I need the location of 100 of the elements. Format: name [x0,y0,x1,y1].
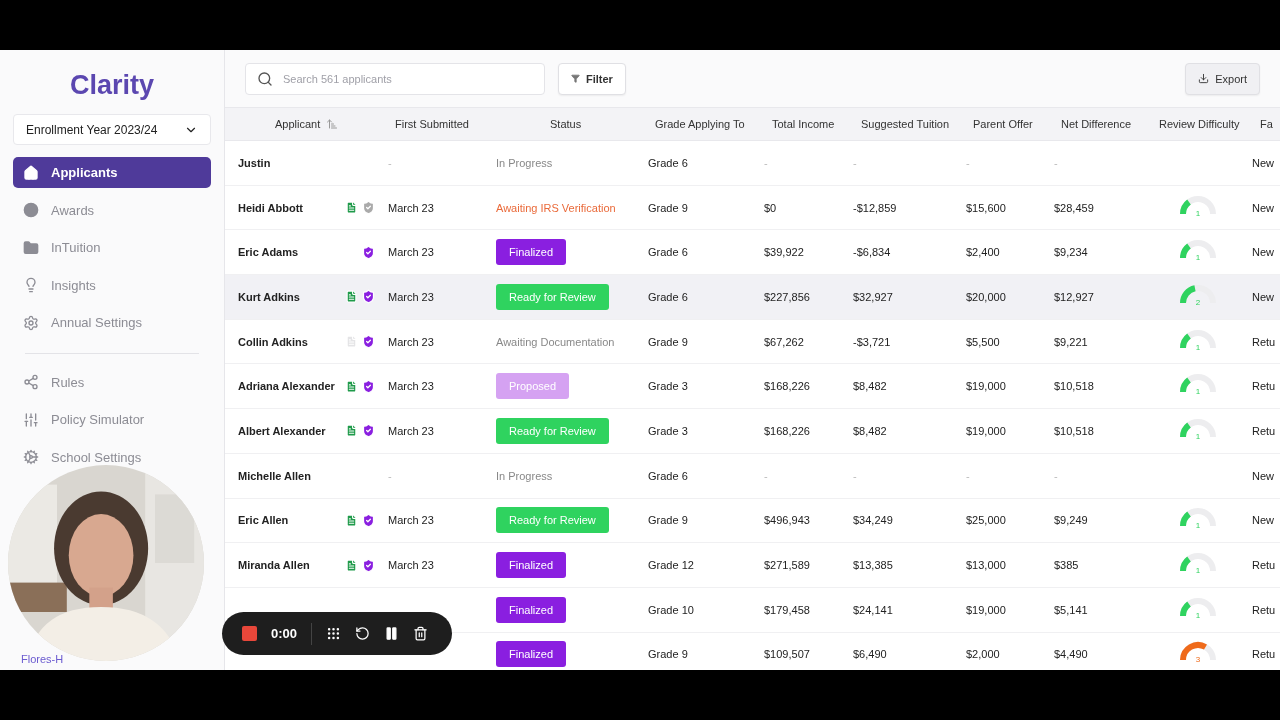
table-cell-text: $8,482 [853,424,888,437]
table-cell-text: - [966,469,971,482]
search-field[interactable]: Search 561 applicants [245,62,545,95]
table-cell-text: $4,490 [1054,648,1089,661]
share-icon [23,374,39,390]
table-cell-text: - [764,156,769,169]
applicant-name: Collin Adkins [238,335,308,348]
table-cell-text: March 23 [388,335,435,348]
status-label: Awaiting IRS Verification [496,201,616,214]
column-header[interactable]: Suggested Tuition [861,118,950,130]
difficulty-gauge: 1 [1178,328,1218,351]
table-cell-text: New [1252,246,1275,259]
download-icon [1198,73,1210,84]
table-row[interactable]: Kurt Adkins March 23 Ready for Review Grade 6 $227,856 $32,927 $20,000 $12,927 2 New [225,275,1280,320]
table-cell-text: Grade 9 [648,514,689,527]
table-cell-text: $19,000 [966,380,1007,393]
difficulty-gauge: 1 [1178,596,1218,619]
column-header[interactable]: Net Difference [1061,118,1132,130]
table-cell-text: New [1252,156,1275,169]
year-select[interactable]: Enrollment Year 2023/24 [13,114,211,145]
table-cell-text: Grade 3 [648,424,689,437]
sort-icon[interactable] [326,118,339,130]
status-label: Finalized [496,641,567,668]
table-cell-text: March 23 [388,559,435,572]
table-cell-text: - [388,156,393,169]
table-cell-text: $28,459 [1054,201,1095,214]
table-cell-text: $13,385 [853,559,894,572]
table-cell-text: $9,221 [1054,335,1089,348]
sliders-icon [23,411,39,428]
applicant-name: Kurt Adkins [238,290,300,303]
nav-item[interactable]: Applicants [13,157,211,188]
table-cell-text: $496,943 [764,514,811,527]
table-cell-text: Grade 6 [648,469,689,482]
status-label: In Progress [496,156,553,169]
table-cell-text: $9,234 [1054,246,1089,259]
table-cell-text: $32,927 [853,290,894,303]
gear-icon [23,449,39,465]
table-cell-text: -$3,721 [853,335,892,348]
trash-icon[interactable] [413,626,429,641]
table-cell-text: - [853,469,858,482]
table-cell-text: $10,518 [1054,424,1095,437]
status-label: Awaiting Documentation [496,335,615,348]
difficulty-gauge: 1 [1178,507,1218,530]
table-cell-text: - [853,156,858,169]
table-cell-text: Grade 6 [648,290,689,303]
filter-button[interactable]: Filter [558,62,626,95]
applicant-name: Albert Alexander [238,424,326,437]
status-label: Ready for Review [496,507,609,534]
table-cell-text: March 23 [388,201,435,214]
applicant-name: Michelle Allen [238,469,311,482]
table-cell-text: - [966,156,971,169]
pause-icon[interactable] [384,626,400,641]
table-cell-text: $168,226 [764,424,811,437]
table-cell-text: Grade 9 [648,201,689,214]
column-header[interactable]: Grade Applying To [655,118,745,130]
applicant-name: Eric Adams [238,246,299,259]
column-header[interactable]: Applicant [275,118,321,130]
table-cell-text: $179,458 [764,603,811,616]
table-cell-text: March 23 [388,424,435,437]
table-cell-text: Retu [1252,603,1277,616]
house-icon [23,164,39,181]
table-cell-text: $227,856 [764,290,811,303]
column-header[interactable]: Status [550,118,582,130]
table-cell-text: Grade 6 [648,156,689,169]
table-cell-text: $168,226 [764,380,811,393]
table-cell-text: Retu [1252,424,1277,437]
table-cell-text: - [388,469,393,482]
table-cell-text: - [1054,156,1059,169]
table-cell-text: $5,500 [966,335,1001,348]
export-button[interactable]: Export [1185,62,1260,95]
restart-icon[interactable] [355,626,371,641]
table-cell-text: New [1252,201,1275,214]
table-cell-text: -$12,859 [853,201,898,214]
column-header[interactable]: Fa [1260,118,1273,130]
table-cell-text: $385 [1054,559,1080,572]
applicant-name: Eric Allen [238,514,289,527]
table-cell-text: $67,262 [764,335,805,348]
grid-icon[interactable] [326,626,342,641]
table-cell-text: March 23 [388,246,435,259]
folder-icon [23,239,39,256]
table-cell-text: Retu [1252,648,1277,661]
user-link[interactable]: Flores-H [21,653,64,665]
table-cell-text: March 23 [388,290,435,303]
column-header[interactable]: Review Difficulty [1159,118,1240,130]
column-header[interactable]: First Submitted [395,118,469,130]
table-cell-text: $15,600 [966,201,1007,214]
table-cell-text: Retu [1252,380,1277,393]
status-label: Proposed [496,373,570,400]
table-cell-text: Grade 9 [648,335,689,348]
table-cell-text: $5,141 [1054,603,1089,616]
difficulty-gauge: 2 [1178,283,1218,306]
column-header[interactable]: Parent Offer [973,118,1033,130]
table-cell-text: New [1252,469,1275,482]
table-cell-text: Retu [1252,335,1277,348]
table-cell-text: -$6,834 [853,246,892,259]
table-cell-text: Grade 10 [648,603,695,616]
status-label: Finalized [496,239,567,266]
column-header[interactable]: Total Income [772,118,835,130]
table-cell-text: March 23 [388,514,435,527]
table-cell-text: $9,249 [1054,514,1089,527]
